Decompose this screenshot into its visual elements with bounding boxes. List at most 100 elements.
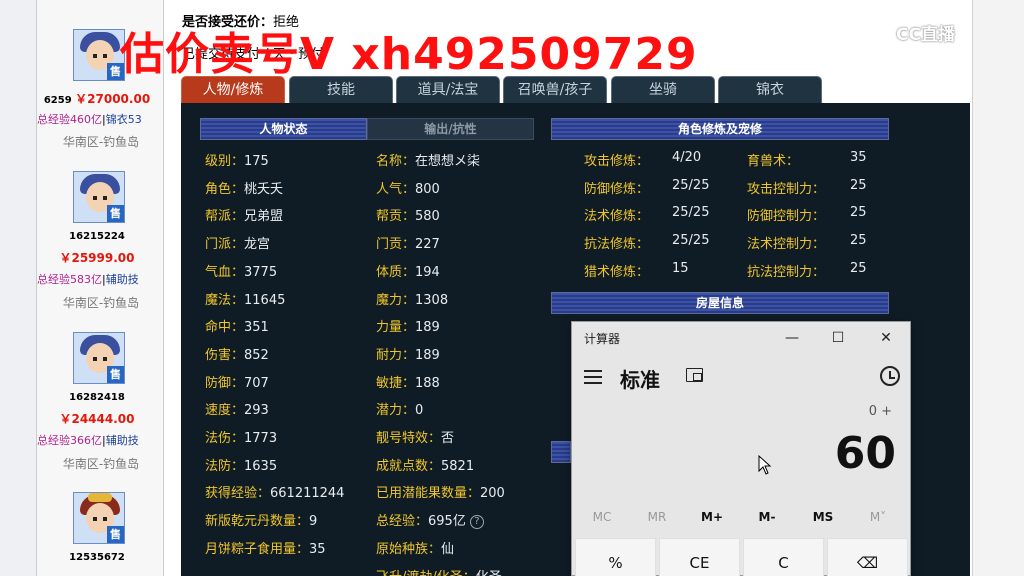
control-label: 攻击控制力： [747, 181, 826, 197]
stat-value: 35 [309, 541, 326, 557]
listing-tag[interactable]: 辅助技 [106, 273, 139, 286]
left-gutter [0, 0, 36, 576]
attr-row: 帮贡：580 [376, 205, 440, 224]
attr-label: 已用潜能果数量： [376, 486, 481, 502]
cultivation-value: 15 [672, 260, 689, 276]
control-row: 法术控制力： 25 [747, 233, 867, 253]
section-house: 房屋信息 [551, 292, 889, 314]
attr-value: 否 [441, 431, 455, 446]
cultivation-row: 抗法修炼： 25/25 [584, 233, 709, 252]
stat-row: 获得经验：661211244 [205, 482, 344, 501]
attr-value: 695亿 [428, 514, 466, 530]
listing-id: 16282418 [69, 392, 125, 403]
attr-label: 成就点数： [376, 458, 442, 474]
stat-row: 新版乾元丹数量：9 [205, 510, 317, 529]
section-char-status[interactable]: 人物状态 [200, 118, 367, 140]
stat-value: 661211244 [270, 486, 345, 502]
attr-row: 成就点数：5821 [376, 455, 474, 474]
memory-list-button[interactable]: M˅ [853, 510, 903, 524]
stat-row: 帮派：兄弟盟 [205, 205, 283, 224]
attr-row: 已用潜能果数量：200 [376, 482, 505, 501]
listing-tag[interactable]: 辅助技 [106, 434, 139, 447]
section-output-resist[interactable]: 输出/抗性 [367, 118, 534, 140]
stat-label: 帮派： [205, 209, 245, 225]
attr-value: 1308 [415, 292, 449, 308]
character-avatar[interactable]: 售 [73, 171, 125, 223]
screen: 售 6259 ￥27000.00 总经验460亿|锦衣53 华南区-钓鱼岛 售 … [0, 0, 1024, 576]
stat-label: 月饼粽子食用量： [205, 541, 310, 557]
attr-label: 飞升/渡劫/化圣： [376, 570, 476, 576]
listing-tag[interactable]: 锦衣53 [106, 113, 142, 126]
attr-row: 总经验：695亿? [376, 510, 484, 530]
stat-label: 命中： [205, 320, 245, 336]
stat-row: 法防：1635 [205, 455, 277, 474]
minimize-icon[interactable]: — [780, 326, 804, 350]
ms-button[interactable]: MS [798, 510, 848, 524]
listing-region: 华南区-钓鱼岛 [62, 457, 140, 471]
calculator-window: 计算器 — ☐ ✕ 标准 0 + 60 MC MR M+ M- MS M˅ % … [571, 321, 911, 576]
stat-row: 角色：桃夭夭 [205, 178, 283, 197]
attr-value: 800 [415, 181, 440, 197]
m-minus-button[interactable]: M- [742, 510, 792, 524]
character-avatar[interactable]: 售 [73, 29, 125, 81]
listing-id: 6259 [43, 95, 72, 106]
stat-row: 月饼粽子食用量：35 [205, 538, 326, 557]
control-row: 育兽术： 35 [747, 150, 867, 169]
ce-button[interactable]: CE [659, 538, 740, 576]
attr-row: 门贡：227 [376, 233, 440, 252]
stat-label: 级别： [205, 154, 245, 169]
cultivation-value: 25/25 [672, 177, 710, 193]
maximize-icon[interactable]: ☐ [826, 326, 850, 350]
calculator-mode: 标准 [620, 368, 660, 392]
listing-exp: 总经验366亿 [37, 434, 102, 447]
attr-label: 人气： [376, 181, 416, 197]
listing-sidebar: 售 6259 ￥27000.00 总经验460亿|锦衣53 华南区-钓鱼岛 售 … [36, 0, 164, 576]
attr-row: 名称：在想想メ柒 [376, 150, 480, 169]
mouse-cursor-icon [758, 455, 772, 475]
keep-on-top-icon[interactable] [686, 368, 703, 382]
attr-row: 耐力：189 [376, 344, 440, 363]
character-avatar[interactable]: 售 [73, 332, 125, 384]
character-avatar[interactable]: 售 [73, 492, 125, 544]
stat-row: 伤害：852 [205, 344, 269, 363]
listing-price: ￥24444.00 [59, 412, 135, 426]
attr-value: 在想想メ柒 [415, 154, 481, 169]
hamburger-menu-icon[interactable] [584, 370, 602, 384]
c-button[interactable]: C [743, 538, 824, 576]
section-collapsed [551, 441, 571, 463]
sale-badge: 售 [107, 526, 124, 543]
sale-badge: 售 [107, 366, 124, 383]
percent-button[interactable]: % [575, 538, 656, 576]
cultivation-label: 攻击修炼： [584, 154, 650, 169]
help-icon[interactable]: ? [469, 515, 484, 530]
attr-row: 潜力：0 [376, 399, 423, 418]
calculator-display: 60 [834, 428, 896, 479]
attr-row: 人气：800 [376, 178, 440, 197]
stat-value: 293 [244, 403, 269, 419]
stat-row: 法伤：1773 [205, 427, 277, 446]
memory-row: MC MR M+ M- MS M˅ [572, 510, 912, 532]
m-plus-button[interactable]: M+ [687, 510, 737, 524]
stat-value: 龙宫 [244, 237, 271, 253]
attr-row: 原始种族：仙 [376, 538, 454, 557]
attr-value: 189 [415, 320, 440, 336]
stat-value: 3775 [244, 264, 278, 280]
control-row: 防御控制力： 25 [747, 205, 867, 225]
attr-value: 仙 [441, 541, 455, 557]
calculator-title: 计算器 [584, 332, 621, 346]
history-icon[interactable] [880, 366, 900, 386]
attr-value: 188 [415, 375, 440, 391]
cultivation-row: 法术修炼： 25/25 [584, 205, 709, 224]
mr-button[interactable]: MR [632, 510, 682, 524]
attr-label: 体质： [376, 264, 416, 280]
attr-label: 潜力： [376, 403, 416, 419]
sale-badge: 售 [107, 205, 124, 222]
mc-button[interactable]: MC [577, 510, 627, 524]
stat-value: 175 [244, 154, 269, 169]
close-icon[interactable]: ✕ [874, 326, 898, 350]
attr-label: 耐力： [376, 347, 416, 363]
attr-row: 靓号特效：否 [376, 427, 454, 446]
backspace-button[interactable]: ⌫ [827, 538, 908, 576]
stat-label: 角色： [205, 181, 245, 197]
tab-outfits[interactable]: 锦衣 [718, 76, 822, 104]
